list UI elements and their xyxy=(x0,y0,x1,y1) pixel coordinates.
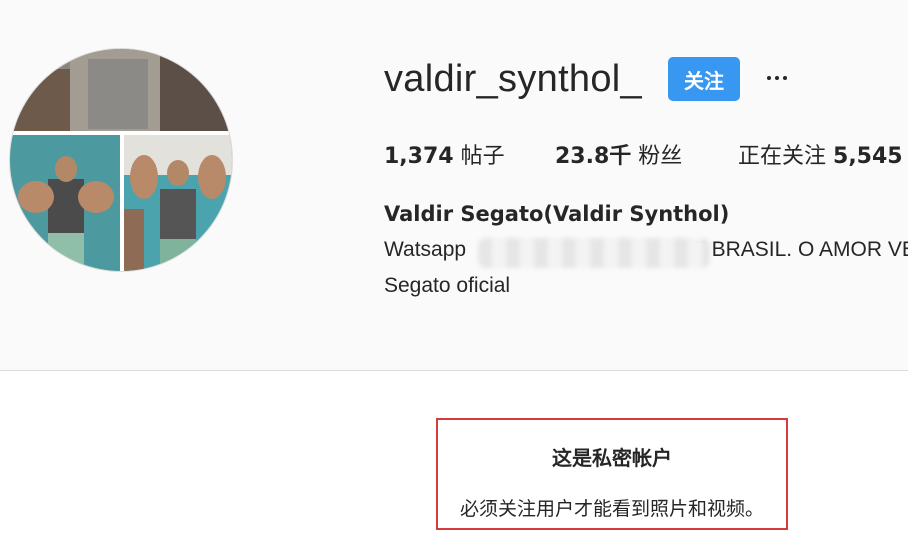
avatar-photo-collage xyxy=(10,49,232,271)
following-count: 5,545 xyxy=(833,144,903,169)
posts-stat[interactable]: 1,374 帖子 xyxy=(384,138,505,170)
bio-end-text: 7 BRASIL. O AMOR VEN xyxy=(694,238,908,261)
follow-button[interactable]: 关注 xyxy=(668,57,740,101)
profile-avatar[interactable] xyxy=(9,48,233,272)
private-account-notice: 这是私密帐户 必须关注用户才能看到照片和视频。 xyxy=(436,418,788,530)
followers-label: 粉丝 xyxy=(638,144,683,169)
posts-label: 帖子 xyxy=(460,144,505,169)
private-account-message: 必须关注用户才能看到照片和视频。 xyxy=(459,498,764,520)
private-account-title: 这是私密帐户 xyxy=(552,446,672,470)
profile-username: valdir_synthol_ xyxy=(384,58,642,100)
redacted-blur xyxy=(478,238,710,268)
following-label: 正在关注 xyxy=(738,144,827,169)
following-stat[interactable]: 正在关注 5,545 xyxy=(738,138,903,170)
followers-count: 23.8千 xyxy=(555,144,632,169)
profile-bio-line2: Segato oficial xyxy=(384,274,511,297)
bio-start-text: Watsapp xyxy=(384,238,467,261)
followers-stat[interactable]: 23.8千 粉丝 xyxy=(555,138,682,170)
more-options-icon[interactable] xyxy=(763,64,791,92)
profile-full-name: Valdir Segato(Valdir Synthol) xyxy=(384,202,730,226)
posts-count: 1,374 xyxy=(384,144,454,169)
